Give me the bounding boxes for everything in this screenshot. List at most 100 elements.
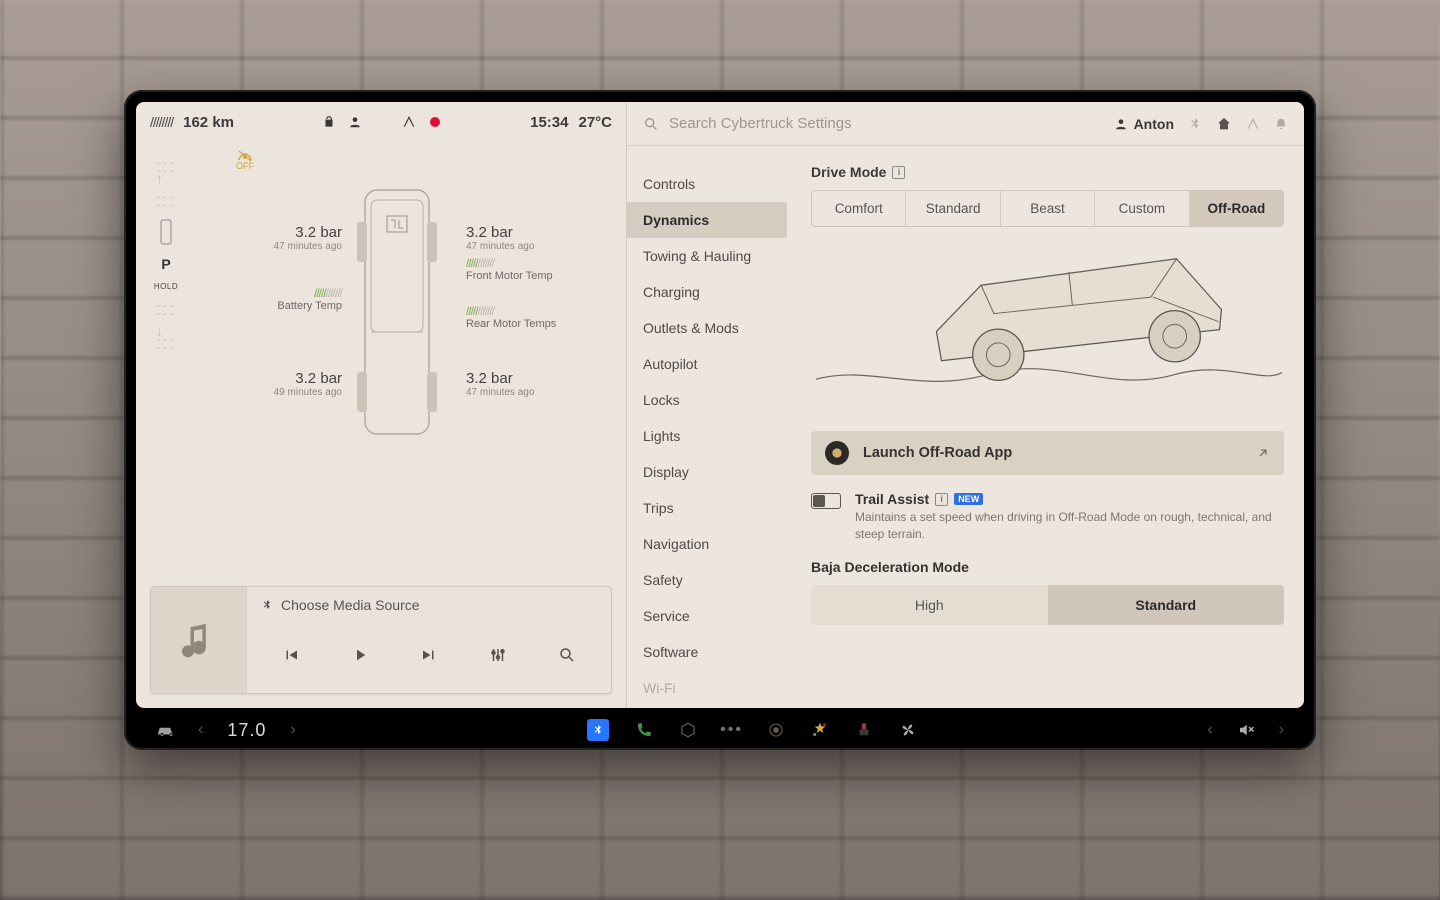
settings-search-input[interactable]: [669, 115, 1102, 132]
hold-indicator: HOLD: [154, 282, 178, 291]
clock: 15:34: [530, 114, 568, 131]
dock-fan-icon[interactable]: [899, 721, 917, 739]
nav-item-software[interactable]: Software: [627, 634, 787, 670]
nav-item-trips[interactable]: Trips: [627, 490, 787, 526]
car-zone: OFF: [186, 152, 608, 574]
drive-mode-tab-standard[interactable]: Standard: [906, 191, 1000, 226]
status-bar: //////// 162 km 15:34 27°C: [136, 102, 626, 142]
media-prev-button[interactable]: [277, 641, 305, 669]
baja-segmented-control: HighStandard: [811, 585, 1284, 625]
tire-info-front-right: 3.2 bar 47 minutes ago: [466, 224, 534, 252]
media-search-button[interactable]: [553, 641, 581, 669]
nav-item-autopilot[interactable]: Autopilot: [627, 346, 787, 382]
baja-option-standard[interactable]: Standard: [1048, 585, 1285, 625]
album-art-placeholder: [151, 587, 247, 693]
dock-toybox-icon[interactable]: [811, 721, 829, 739]
bottom-dock: ‹ 17.0 › ••• ‹ ›: [136, 710, 1304, 750]
nav-item-wi-fi[interactable]: Wi-Fi: [627, 670, 787, 706]
bluetooth-status-icon[interactable]: [1188, 117, 1202, 131]
dock-bluetooth-icon[interactable]: [587, 719, 609, 741]
dynamics-panel: Drive Mode i ComfortStandardBeastCustomO…: [787, 146, 1304, 708]
trail-assist-toggle-row: Trail Assist i NEW Maintains a set speed…: [811, 491, 1284, 543]
tire-info-rear-left: 3.2 bar 49 minutes ago: [258, 370, 342, 398]
main-screen: //////// 162 km 15:34 27°C: [136, 102, 1304, 708]
baja-title: Baja Deceleration Mode: [811, 559, 1284, 575]
signal-icon[interactable]: [1246, 117, 1260, 131]
nav-item-safety[interactable]: Safety: [627, 562, 787, 598]
nav-item-display[interactable]: Display: [627, 454, 787, 490]
settings-search-bar: Anton: [627, 102, 1304, 146]
drive-mode-tab-off-road[interactable]: Off-Road: [1190, 191, 1283, 226]
trail-assist-desc: Maintains a set speed when driving in Of…: [855, 509, 1284, 543]
driver-pane: //////// 162 km 15:34 27°C: [136, 102, 626, 708]
dock-dashcam-icon[interactable]: [767, 721, 785, 739]
nav-item-outlets-mods[interactable]: Outlets & Mods: [627, 310, 787, 346]
info-icon[interactable]: i: [935, 493, 948, 506]
cabin-temp: 17.0: [227, 720, 266, 741]
offroad-app-icon: [825, 441, 849, 465]
notifications-icon[interactable]: [1274, 117, 1288, 131]
launch-offroad-app-button[interactable]: Launch Off-Road App: [811, 431, 1284, 475]
vehicle-top-view: [347, 182, 447, 442]
dock-phone-icon[interactable]: [635, 721, 653, 739]
info-icon[interactable]: i: [892, 166, 905, 179]
homelink-icon[interactable]: [1216, 116, 1232, 132]
vehicle-height-icon: [157, 218, 175, 246]
nav-item-dynamics[interactable]: Dynamics: [627, 202, 787, 238]
dock-more-icon[interactable]: •••: [723, 721, 741, 739]
media-player-card[interactable]: Choose Media Source: [150, 586, 612, 694]
lock-icon[interactable]: [321, 114, 337, 130]
nav-item-charging[interactable]: Charging: [627, 274, 787, 310]
tire-info-rear-right: 3.2 bar 47 minutes ago: [466, 370, 534, 398]
settings-pane: Anton ControlsDynamicsTowing & HaulingCh…: [626, 102, 1304, 708]
outside-temp: 27°C: [579, 114, 613, 131]
volume-down-button[interactable]: ‹: [1207, 721, 1212, 739]
baja-option-high[interactable]: High: [811, 585, 1048, 625]
media-play-button[interactable]: [346, 641, 374, 669]
nav-item-locks[interactable]: Locks: [627, 382, 787, 418]
trail-assist-toggle[interactable]: [811, 493, 841, 509]
rear-motor-temp: //////////// Rear Motor Temps: [466, 304, 556, 330]
trail-assist-label: Trail Assist: [855, 491, 929, 507]
offroad-illustration: [811, 245, 1284, 415]
temp-up-button[interactable]: ›: [290, 721, 295, 739]
volume-mute-icon[interactable]: [1237, 721, 1255, 739]
car-icon[interactable]: [156, 721, 174, 739]
driver-profile-button[interactable]: Anton: [1114, 116, 1174, 132]
bluetooth-icon: [261, 599, 273, 611]
new-badge: NEW: [954, 493, 983, 505]
dock-game-controller-icon[interactable]: [855, 721, 873, 739]
nav-item-lights[interactable]: Lights: [627, 418, 787, 454]
gear-indicator: P: [161, 256, 170, 272]
drive-mode-tab-comfort[interactable]: Comfort: [812, 191, 906, 226]
media-source-button[interactable]: Choose Media Source: [247, 587, 611, 623]
range-readout: 162 km: [183, 114, 234, 131]
ride-height-strip[interactable]: ······↑ ······ P HOLD ······ ↓······: [146, 152, 186, 574]
display-frame: //////// 162 km 15:34 27°C: [124, 90, 1316, 750]
drive-mode-tab-beast[interactable]: Beast: [1001, 191, 1095, 226]
drive-mode-title: Drive Mode i: [811, 164, 1284, 180]
traction-control-off-icon: OFF: [236, 148, 254, 171]
front-motor-temp: //////////// Front Motor Temp: [466, 256, 553, 282]
media-next-button[interactable]: [415, 641, 443, 669]
nav-item-towing-hauling[interactable]: Towing & Hauling: [627, 238, 787, 274]
temp-down-button[interactable]: ‹: [198, 721, 203, 739]
media-eq-button[interactable]: [484, 641, 512, 669]
volume-up-button[interactable]: ›: [1279, 721, 1284, 739]
tire-info-front-left: 3.2 bar 47 minutes ago: [258, 224, 342, 252]
battery-bars-icon: ////////: [150, 114, 173, 130]
search-icon: [643, 116, 659, 132]
dock-hex-icon[interactable]: [679, 721, 697, 739]
external-arrow-icon: [1256, 446, 1270, 460]
nav-item-controls[interactable]: Controls: [627, 166, 787, 202]
settings-nav: ControlsDynamicsTowing & HaulingCharging…: [627, 146, 787, 708]
nav-item-service[interactable]: Service: [627, 598, 787, 634]
drive-mode-tab-custom[interactable]: Custom: [1095, 191, 1189, 226]
drive-mode-tabs: ComfortStandardBeastCustomOff-Road: [811, 190, 1284, 227]
dashcam-rec-icon[interactable]: [427, 114, 443, 130]
profile-icon[interactable]: [347, 114, 363, 130]
battery-temp: //////////// Battery Temp: [258, 286, 342, 312]
drive-visualization: ······↑ ······ P HOLD ······ ↓······ OFF: [136, 142, 626, 578]
sentry-icon[interactable]: [401, 114, 417, 130]
nav-item-navigation[interactable]: Navigation: [627, 526, 787, 562]
